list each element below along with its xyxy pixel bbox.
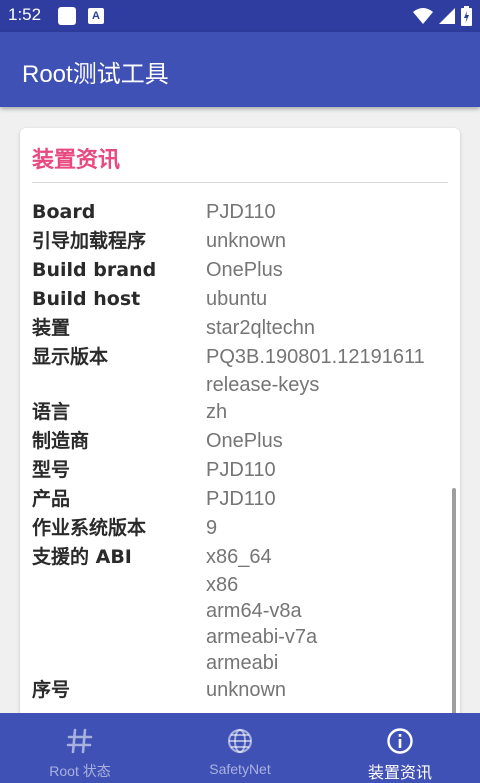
info-key: 装置 (32, 317, 71, 339)
info-value-line: star2qltechn (206, 317, 315, 339)
scrollbar[interactable] (452, 488, 456, 716)
info-value: 9 (206, 514, 217, 543)
info-value: x86_64 x86 arm64-v8a armeabi-v7a armeabi (206, 543, 317, 676)
info-value: OnePlus (206, 256, 283, 285)
info-key: 序号 (32, 679, 71, 701)
nav-label: 装置资讯 (367, 765, 432, 782)
nav-root-status[interactable]: Root 状态 (0, 713, 160, 783)
info-value-line: x86 (206, 574, 239, 596)
info-key: 型号 (32, 459, 71, 481)
bottom-nav: Root 状态 SafetyNet 装置资讯 (0, 713, 480, 783)
info-row: 型号 PJD110 (32, 456, 452, 485)
info-row: 制造商 OnePlus (32, 427, 452, 456)
info-value-line: armeabi-v7a (206, 626, 318, 648)
info-value-line: OnePlus (206, 259, 283, 281)
info-value-line: zh (206, 401, 228, 423)
card-title: 装置资讯 (32, 148, 121, 173)
card-divider (32, 182, 448, 183)
info-key: 产品 (32, 488, 71, 510)
info-key: Build brand (32, 259, 157, 281)
info-row: 引导加载程序 unknown (32, 227, 452, 256)
info-key: 显示版本 (32, 346, 109, 368)
globe-icon (227, 728, 253, 754)
info-key: Build host (32, 288, 141, 310)
info-key: Board (32, 201, 96, 223)
info-row: 序号 unknown (32, 676, 452, 705)
info-row: Build host ubuntu (32, 285, 452, 314)
info-value-line: release-keys (206, 374, 320, 396)
info-icon (387, 728, 413, 754)
nav-safetynet[interactable]: SafetyNet (160, 713, 320, 783)
info-value-line: armeabi (206, 652, 279, 674)
info-value-line: x86_64 (206, 546, 272, 568)
nav-label: Root 状态 (49, 763, 111, 779)
info-value-line: 9 (206, 517, 218, 539)
info-key: 制造商 (32, 430, 90, 452)
info-value-line: OnePlus (206, 430, 283, 452)
info-value: unknown (206, 676, 286, 705)
cell-signal-icon (439, 8, 455, 24)
status-time: 1:52 (8, 5, 42, 24)
status-bar: 1:52 A (0, 0, 480, 32)
info-value: unknown (206, 227, 286, 256)
nav-label: SafetyNet (209, 761, 271, 777)
info-value: PJD110 (206, 485, 276, 514)
info-value: star2qltechn (206, 314, 315, 343)
device-info-card: 装置资讯 Board PJD110 引导加载程序 unknown Build brand… (20, 128, 460, 718)
info-row: 装置 star2qltechn (32, 314, 452, 343)
info-row: 产品 PJD110 (32, 485, 452, 514)
info-row: 显示版本 PQ3B.190801.12191611 release-keys (32, 343, 452, 398)
info-value-line: unknown (206, 679, 287, 701)
info-row: Build brand OnePlus (32, 256, 452, 285)
hash-icon (66, 728, 93, 754)
battery-icon (461, 6, 472, 26)
info-value: PQ3B.190801.12191611 release-keys (206, 343, 425, 398)
info-value-line: arm64-v8a (206, 600, 302, 622)
nav-device-info[interactable]: 装置资讯 (320, 713, 480, 783)
info-value-line: PQ3B.190801.12191611 (206, 346, 425, 368)
info-key: 语言 (32, 401, 71, 423)
info-value-line: PJD110 (206, 201, 276, 223)
info-value: OnePlus (206, 427, 283, 456)
info-value: PJD110 (206, 456, 276, 485)
info-value-line: PJD110 (206, 488, 276, 510)
notification-square-icon (58, 7, 76, 25)
info-value: zh (206, 398, 227, 427)
info-value-line: PJD110 (206, 459, 276, 481)
info-key: 作业系统版本 (32, 517, 147, 539)
info-key: 引导加载程序 (32, 230, 147, 252)
info-list: Board PJD110 引导加载程序 unknown Build brand OnePl… (32, 198, 452, 705)
app-title: Root测试工具 (22, 61, 169, 88)
info-value: ubuntu (206, 285, 267, 314)
notification-a-icon: A (88, 8, 104, 24)
info-value-line: unknown (206, 230, 287, 252)
info-value: PJD110 (206, 198, 276, 227)
info-key: 支援的 ABI (32, 546, 132, 568)
info-row: Board PJD110 (32, 198, 452, 227)
info-row: 作业系统版本 9 (32, 514, 452, 543)
wifi-icon (413, 8, 433, 24)
info-row: 语言 zh (32, 398, 452, 427)
info-value-line: ubuntu (206, 288, 268, 310)
app-bar: Root测试工具 (0, 32, 480, 107)
info-row: 支援的 ABI x86_64 x86 arm64-v8a armeabi-v7a arme… (32, 543, 452, 676)
